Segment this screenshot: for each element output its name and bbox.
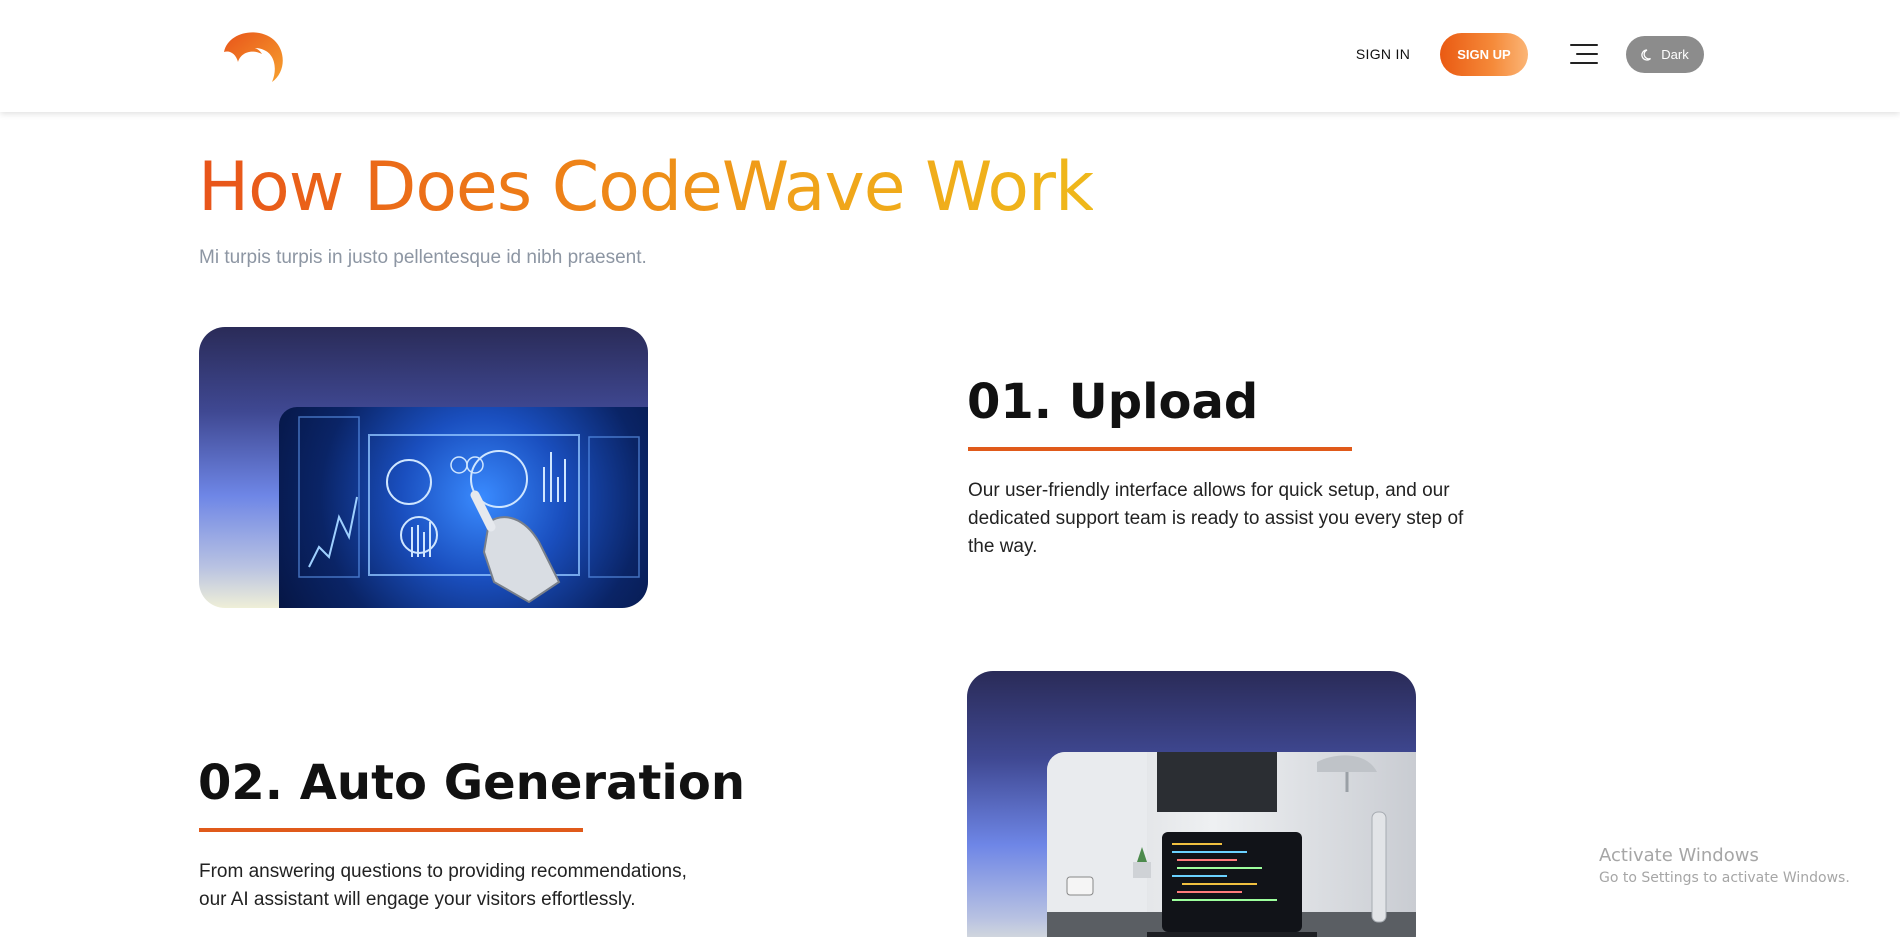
step-2-title: 02. Auto Generation [198,755,745,811]
theme-toggle-label: Dark [1661,47,1689,62]
robot-hand-dashboard-image [199,327,648,608]
laptop-desk-image [967,671,1416,937]
step-1-description: Our user-friendly interface allows for q… [968,480,1464,557]
site-header: SIGN IN SIGN UP Dark [0,0,1900,112]
windows-activation-watermark: Activate Windows Go to Settings to activ… [1599,845,1850,886]
sign-in-button[interactable]: SIGN IN [1346,33,1420,75]
step-1-divider [968,447,1352,451]
page-title: How Does CodeWave Work [198,148,1094,227]
card-photo [279,407,648,608]
step-1-title: 01. Upload [967,374,1259,430]
step-2-divider [199,828,583,832]
watermark-line-1: Activate Windows [1599,845,1759,866]
moon-icon [1641,48,1652,61]
step-2-description: From answering questions to providing re… [199,861,687,910]
sign-up-button[interactable]: SIGN UP [1440,33,1528,76]
hamburger-menu-icon[interactable] [1566,42,1598,66]
card-photo [1047,752,1416,937]
page-subtitle: Mi turpis turpis in justo pellentesque i… [199,247,647,268]
theme-toggle-button[interactable]: Dark [1626,36,1704,73]
wave-logo-icon[interactable] [220,24,290,84]
watermark-line-2: Go to Settings to activate Windows. [1599,870,1850,886]
